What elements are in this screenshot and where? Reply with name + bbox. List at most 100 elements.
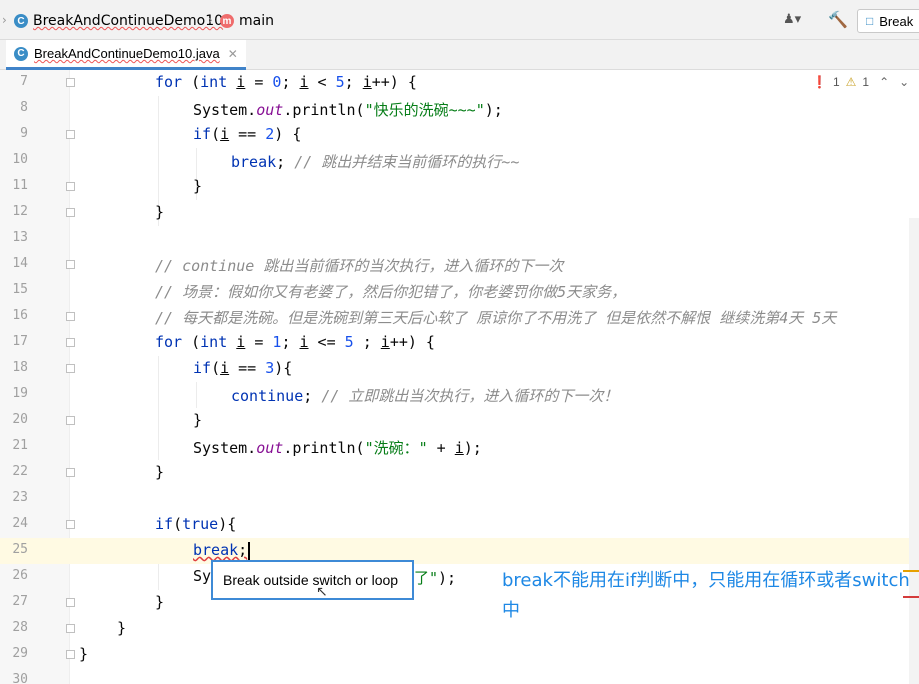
line-number: 15 <box>12 282 28 297</box>
warning-stripe-marker[interactable] <box>903 570 919 572</box>
code-line: 14 // continue 跳出当前循环的当次执行，进入循环的下一次 <box>0 252 919 278</box>
method-icon: m <box>220 14 234 28</box>
code-line: 13 <box>0 226 919 252</box>
code-text: } <box>155 463 165 481</box>
error-icon: ❗ <box>812 75 827 89</box>
code-text: if(i == 2) { <box>193 125 302 143</box>
navigation-bar: › C BreakAndContinueDemo10 › m main ♟▾ 🔨… <box>0 0 919 40</box>
inspection-widget[interactable]: ❗ 1 ⚠ 1 ⌃ ⌄ <box>812 75 909 89</box>
code-line: 18 if(i == 3){ <box>0 356 919 382</box>
code-line: 15 // 场景：假如你又有老婆了，然后你犯错了，你老婆罚你做5天家务， <box>0 278 919 304</box>
code-comment: // 场景：假如你又有老婆了，然后你犯错了，你老婆罚你做5天家务， <box>155 283 627 301</box>
code-text: } <box>193 411 203 429</box>
fold-marker-icon[interactable] <box>66 650 75 659</box>
error-stripe-marker[interactable] <box>903 596 919 598</box>
code-text: } <box>117 619 127 637</box>
text-caret <box>248 541 251 560</box>
code-text: continue; // 立即跳出当次执行，进入循环的下一次！ <box>231 387 619 405</box>
code-line: 12 } <box>0 200 919 226</box>
warning-count: 1 <box>862 75 870 89</box>
breadcrumb-method[interactable]: m main <box>220 11 274 31</box>
line-number: 27 <box>12 594 28 609</box>
build-hammer-icon[interactable]: 🔨 <box>828 10 848 29</box>
code-line: 23 <box>0 486 919 512</box>
fold-marker-icon[interactable] <box>66 364 75 373</box>
line-number: 29 <box>12 646 28 661</box>
code-text: break; <box>193 541 251 560</box>
fold-marker-icon[interactable] <box>66 338 75 347</box>
line-number: 19 <box>12 386 28 401</box>
line-number: 14 <box>12 256 28 271</box>
line-number: 12 <box>12 204 28 219</box>
code-comment: // 每天都是洗碗。但是洗碗到第三天后心软了 原谅你了不用洗了 但是依然不解恨 … <box>155 309 837 327</box>
code-line: 24 if(true){ <box>0 512 919 538</box>
code-line: 30 <box>0 668 919 684</box>
code-text: if(true){ <box>155 515 237 533</box>
line-number: 13 <box>12 230 28 245</box>
code-text: System.out.println("洗碗：" + i); <box>193 439 482 457</box>
code-text: System.out.println("快乐的洗碗~~~"); <box>193 101 503 119</box>
code-line-current: 25 break; <box>0 538 919 564</box>
class-icon: C <box>14 14 28 28</box>
code-text: break; // 跳出并结束当前循环的执行~~ <box>231 153 520 171</box>
code-editor[interactable]: 7 for (int i = 0; i < 5; i++) { ❗ 1 ⚠ 1 ⌃ … <box>0 70 919 684</box>
run-config-icon: □ <box>866 14 874 28</box>
warning-icon: ⚠ <box>845 75 857 89</box>
chevron-up-icon[interactable]: ⌃ <box>879 75 889 89</box>
code-text: if(i == 3){ <box>193 359 293 377</box>
close-icon[interactable]: ✕ <box>228 47 238 61</box>
code-line: 8 System.out.println("快乐的洗碗~~~"); <box>0 96 919 122</box>
code-line: 20 } <box>0 408 919 434</box>
fold-marker-icon[interactable] <box>66 312 75 321</box>
fold-marker-icon[interactable] <box>66 416 75 425</box>
code-line: 22 } <box>0 460 919 486</box>
code-text: } <box>193 177 203 195</box>
code-text: for (int i = 0; i < 5; i++) { <box>155 73 417 91</box>
fold-marker-icon[interactable] <box>66 78 75 87</box>
line-number: 17 <box>12 334 28 349</box>
error-count: 1 <box>832 75 840 89</box>
code-text: } <box>79 645 89 663</box>
line-number: 10 <box>12 152 28 167</box>
line-number: 16 <box>12 308 28 323</box>
fold-marker-icon[interactable] <box>66 208 75 217</box>
fold-marker-icon[interactable] <box>66 468 75 477</box>
annotation-text: break不能用在if判断中，只能用在循环或者switch中 <box>502 570 910 621</box>
code-line: 19 continue; // 立即跳出当次执行，进入循环的下一次！ <box>0 382 919 408</box>
fold-marker-icon[interactable] <box>66 260 75 269</box>
code-line: 9 if(i == 2) { <box>0 122 919 148</box>
line-number: 20 <box>12 412 28 427</box>
line-number: 7 <box>20 74 28 89</box>
code-text: Sy <box>193 567 212 585</box>
line-number: 9 <box>20 126 28 141</box>
line-number: 18 <box>12 360 28 375</box>
fold-marker-icon[interactable] <box>66 182 75 191</box>
line-number: 22 <box>12 464 28 479</box>
mouse-cursor-icon: ↖ <box>316 584 328 600</box>
line-number: 28 <box>12 620 28 635</box>
tab-breakandcontinuedemo10[interactable]: C BreakAndContinueDemo10.java ✕ <box>6 40 246 70</box>
fold-marker-icon[interactable] <box>66 624 75 633</box>
breadcrumb-class[interactable]: C BreakAndContinueDemo10 <box>14 11 223 31</box>
fold-marker-icon[interactable] <box>66 520 75 529</box>
error-tooltip: Break outside switch or loop <box>211 560 414 600</box>
fold-marker-icon[interactable] <box>66 598 75 607</box>
chevron-down-icon[interactable]: ⌄ <box>899 75 909 89</box>
line-number: 26 <box>12 568 28 583</box>
run-config-label: Break <box>879 13 914 29</box>
vertical-scrollbar[interactable] <box>909 218 919 684</box>
code-line: 21 System.out.println("洗碗：" + i); <box>0 434 919 460</box>
user-icon[interactable]: ♟▾ <box>783 12 801 27</box>
code-text: 了"); <box>414 569 457 587</box>
chevron-right-icon: › <box>2 13 7 27</box>
fold-marker-icon[interactable] <box>66 130 75 139</box>
code-line: 29 } <box>0 642 919 668</box>
code-line: 7 for (int i = 0; i < 5; i++) { ❗ 1 ⚠ 1 ⌃ … <box>0 70 919 96</box>
editor-tab-bar: C BreakAndContinueDemo10.java ✕ <box>0 40 919 70</box>
tab-label: BreakAndContinueDemo10.java <box>34 46 220 61</box>
line-number: 21 <box>12 438 28 453</box>
code-line: 10 break; // 跳出并结束当前循环的执行~~ <box>0 148 919 174</box>
code-line: 16 // 每天都是洗碗。但是洗碗到第三天后心软了 原谅你了不用洗了 但是依然不… <box>0 304 919 330</box>
run-configuration-dropdown[interactable]: □ Break <box>857 9 919 33</box>
line-number: 8 <box>20 100 28 115</box>
